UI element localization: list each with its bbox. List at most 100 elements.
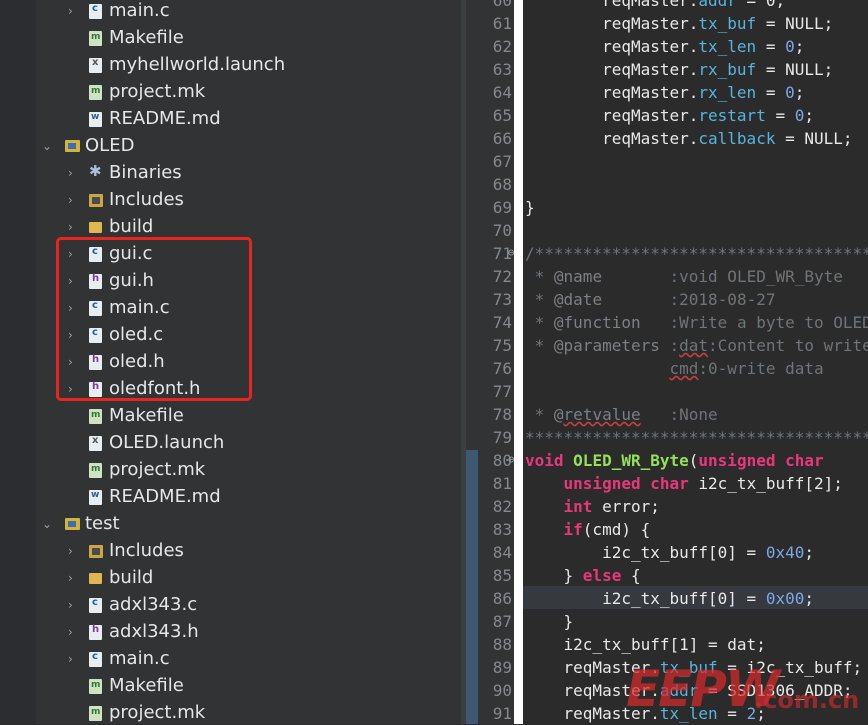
line-number: 89 [492, 658, 512, 677]
chevron-right-icon[interactable]: › [68, 165, 78, 181]
folder-icon [89, 573, 102, 584]
tree-item-label: Makefile [109, 27, 184, 48]
line-number: 65 [492, 106, 512, 125]
code-line: * @parameters :dat:Content to write [525, 334, 868, 357]
code-token: reqMaster. [525, 129, 699, 148]
code-token: = NULL; [756, 14, 834, 33]
code-line: * @name :void OLED_WR_Byte [525, 265, 843, 288]
tree-item-label: Makefile [109, 405, 184, 426]
makefile-icon [89, 31, 102, 46]
tree-item[interactable]: project.mk [36, 79, 461, 106]
code-token: :Write a byte to OLED [640, 313, 868, 332]
code-token: char [650, 474, 689, 493]
tree-item[interactable]: OLED.launch [36, 430, 461, 457]
code-token: reqMaster. [525, 37, 699, 56]
folder-icon [89, 222, 102, 233]
code-line: reqMaster.tx_buf = NULL; [525, 12, 833, 35]
code-line: i2c_tx_buff[0] = 0x00; [525, 587, 814, 610]
line-number: 69 [492, 198, 512, 217]
code-token: restart [698, 106, 766, 125]
code-token: i2c_tx_buff[0] = [525, 589, 766, 608]
line-number: 91 [492, 704, 512, 723]
makefile-icon [89, 85, 102, 100]
chevron-right-icon[interactable]: › [68, 597, 78, 613]
tree-item[interactable]: ⌄ OLED [36, 133, 461, 160]
line-number: 68 [492, 175, 512, 194]
code-token: @name [553, 267, 603, 286]
code-token: void [525, 451, 564, 470]
code-token: = 0; [736, 0, 786, 10]
tree-item[interactable]: README.md [36, 484, 461, 511]
tree-item-label: adxl343.h [109, 621, 199, 642]
chevron-right-icon[interactable]: › [68, 624, 78, 640]
tree-item-label: project.mk [109, 81, 206, 102]
tree-item[interactable]: README.md [36, 106, 461, 133]
tree-item[interactable]: › main.c [36, 0, 461, 25]
code-token: tx_buf [698, 14, 757, 33]
tree-item[interactable]: › Binaries [36, 160, 461, 187]
tree-item[interactable]: › Includes [36, 538, 461, 565]
chevron-right-icon[interactable]: › [68, 543, 78, 559]
tree-item[interactable]: Makefile [36, 403, 461, 430]
code-token: 0x40 [765, 543, 805, 562]
code-token: { [621, 566, 641, 585]
code-token: reqMaster. [525, 106, 699, 125]
code-token: @function [553, 313, 641, 332]
chevron-right-icon[interactable]: › [68, 219, 78, 235]
code-token: i2c_tx_buff[1] = dat; [525, 635, 766, 654]
line-number: 60 [492, 0, 512, 10]
code-token: } [525, 612, 574, 631]
explorer-left-margin [0, 0, 36, 724]
tree-item[interactable]: › build [36, 565, 461, 592]
tree-item[interactable]: myhellworld.launch [36, 52, 461, 79]
project-icon [65, 140, 80, 152]
code-token: 0 [785, 37, 795, 56]
chevron-right-icon[interactable]: › [68, 192, 78, 208]
chevron-down-icon[interactable]: ⌄ [42, 138, 52, 154]
code-token: = [765, 106, 795, 125]
code-line: } else { [525, 564, 641, 587]
code-line: } [525, 610, 574, 633]
tree-item[interactable]: Makefile [36, 673, 461, 700]
code-token: :void OLED_WR_Byte [602, 267, 843, 286]
tree-item-label: README.md [109, 108, 221, 129]
code-token: * [525, 313, 554, 332]
makefile-icon [89, 463, 102, 478]
chevron-right-icon[interactable]: › [68, 3, 78, 19]
code-token: 0 [785, 83, 795, 102]
launch-file-icon [89, 57, 102, 73]
code-line: int error; [525, 495, 660, 518]
code-token: i2c_tx_buff[0] = [525, 543, 766, 562]
tree-item-label: OLED.launch [109, 432, 225, 453]
code-line: unsigned char i2c_tx_buff[2]; [525, 472, 843, 495]
code-token: else [582, 566, 622, 585]
code-token: if [563, 520, 583, 539]
code-token: int [563, 497, 593, 516]
tree-item-label: myhellworld.launch [109, 54, 286, 75]
code-line: * @date :2018-08-27 [525, 288, 776, 311]
code-token: @date [553, 290, 603, 309]
h-file-icon [89, 624, 102, 640]
code-editor[interactable]: reqMaster.addr = 0; reqMaster.tx_buf = N… [523, 0, 868, 724]
tree-item[interactable]: project.mk [36, 457, 461, 484]
tree-item[interactable]: › adxl343.c [36, 592, 461, 619]
code-token: ; [804, 589, 814, 608]
chevron-down-icon[interactable]: ⌄ [42, 516, 52, 532]
tree-item[interactable]: project.mk [36, 700, 461, 724]
tree-item[interactable]: › main.c [36, 646, 461, 673]
tree-item[interactable]: › adxl343.h [36, 619, 461, 646]
line-number: 62 [492, 37, 512, 56]
tree-item[interactable]: › Includes [36, 187, 461, 214]
c-file-icon [89, 651, 102, 667]
tree-item[interactable]: ⌄ test [36, 511, 461, 538]
code-token: ; [794, 83, 805, 102]
tree-item[interactable]: Makefile [36, 25, 461, 52]
chevron-right-icon[interactable]: › [68, 570, 78, 586]
code-line: } [525, 196, 535, 219]
code-token: rx_buf [698, 60, 757, 79]
code-line: if(cmd) { [525, 518, 651, 541]
chevron-right-icon[interactable]: › [68, 651, 78, 667]
